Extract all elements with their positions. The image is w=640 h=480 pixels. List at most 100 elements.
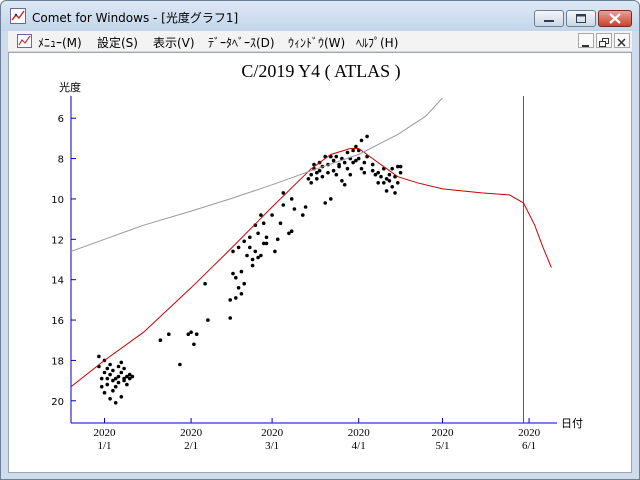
observation-point bbox=[390, 185, 395, 189]
menu-database[interactable]: ﾃﾞｰﾀﾍﾞｰｽ(D) bbox=[208, 34, 275, 51]
observation-point bbox=[382, 181, 386, 185]
observation-point bbox=[248, 235, 252, 240]
title-bar[interactable]: Comet for Windows - [光度グラフ1] bbox=[1, 1, 639, 31]
observation-point bbox=[334, 172, 339, 177]
observation-point bbox=[239, 269, 244, 274]
observation-point bbox=[376, 170, 381, 175]
menu-menu[interactable]: ﾒﾆｭｰ(M) bbox=[38, 34, 82, 51]
observation-point bbox=[167, 332, 171, 337]
observation-point bbox=[189, 330, 193, 335]
observation-point bbox=[329, 197, 333, 201]
observation-point bbox=[384, 189, 389, 193]
observation-point bbox=[370, 162, 375, 167]
app-window: Comet for Windows - [光度グラフ1] ﾒﾆｭｰ(M) 設定(… bbox=[0, 0, 640, 480]
observation-point bbox=[317, 168, 322, 173]
observation-point bbox=[278, 221, 283, 225]
observation-point bbox=[351, 148, 355, 153]
y-tick-label: 10 bbox=[51, 195, 64, 206]
x-tick-label-year: 2020 bbox=[431, 427, 454, 439]
minimize-button[interactable] bbox=[534, 10, 564, 27]
observation-point bbox=[228, 298, 232, 302]
observation-point bbox=[253, 249, 258, 254]
observation-point bbox=[250, 257, 255, 262]
observation-point bbox=[301, 213, 305, 217]
observation-point bbox=[234, 296, 238, 300]
observation-point bbox=[113, 384, 118, 389]
observation-point bbox=[393, 191, 397, 195]
observation-point bbox=[365, 134, 369, 139]
observation-point bbox=[239, 292, 244, 296]
observation-point bbox=[99, 384, 104, 389]
observation-point bbox=[348, 172, 353, 177]
observation-point bbox=[206, 318, 210, 322]
observation-point bbox=[264, 241, 269, 246]
observation-point bbox=[108, 372, 112, 377]
menu-view[interactable]: 表示(V) bbox=[153, 34, 195, 51]
app-icon[interactable] bbox=[10, 8, 26, 24]
observation-point bbox=[289, 229, 294, 233]
observation-point bbox=[342, 183, 347, 187]
observation-point bbox=[259, 253, 263, 258]
observation-point bbox=[99, 376, 104, 381]
x-tick-label-date: 3/1 bbox=[265, 440, 279, 452]
observation-point bbox=[303, 205, 308, 209]
document-icon[interactable] bbox=[17, 34, 32, 48]
observation-point bbox=[122, 366, 126, 371]
x-tick-label-date: 5/1 bbox=[435, 440, 449, 452]
observation-point bbox=[105, 376, 110, 381]
observation-point bbox=[125, 382, 129, 387]
observation-point bbox=[119, 360, 124, 365]
observation-point bbox=[315, 177, 319, 181]
x-tick-label-year: 2020 bbox=[348, 427, 371, 439]
observation-point bbox=[331, 158, 336, 163]
menu-settings[interactable]: 設定(S) bbox=[97, 34, 138, 51]
observation-point bbox=[292, 207, 297, 211]
mdi-close-button[interactable] bbox=[614, 33, 630, 48]
observation-point bbox=[192, 342, 196, 347]
observation-point bbox=[105, 382, 110, 387]
observation-point bbox=[362, 160, 367, 165]
mdi-minimize-button[interactable] bbox=[578, 33, 594, 48]
y-tick-label: 16 bbox=[51, 316, 64, 327]
observation-point bbox=[309, 172, 314, 177]
y-tick-label: 20 bbox=[51, 397, 64, 408]
light-curve-panel: C/2019 Y4 ( ATLAS ) 光度 日付 6 8 10 12 14 16 18 20 202… bbox=[8, 52, 632, 473]
x-axis-label: 日付 bbox=[561, 417, 583, 430]
observation-point bbox=[158, 338, 163, 343]
observation-point bbox=[354, 144, 358, 149]
observation-point bbox=[111, 388, 115, 393]
observation-point bbox=[359, 138, 364, 143]
observation-point bbox=[116, 380, 121, 385]
close-icon bbox=[617, 38, 626, 47]
light-curve-chart: C/2019 Y4 ( ATLAS )光度日付68101214161820202… bbox=[51, 61, 583, 452]
close-button[interactable] bbox=[598, 10, 632, 27]
observation-point bbox=[236, 245, 241, 250]
observation-point bbox=[231, 271, 235, 276]
restore-icon bbox=[599, 38, 609, 47]
y-tick-label: 18 bbox=[51, 356, 64, 367]
chart-title: C/2019 Y4 ( ATLAS ) bbox=[241, 61, 400, 82]
observation-point bbox=[113, 401, 118, 405]
observation-point bbox=[242, 281, 246, 286]
x-tick-label-date: 1/1 bbox=[97, 440, 111, 452]
x-tick-label-date: 6/1 bbox=[522, 440, 536, 452]
observation-point bbox=[108, 397, 112, 401]
observation-point bbox=[387, 179, 392, 183]
observation-point bbox=[398, 164, 403, 169]
maximize-button[interactable] bbox=[566, 10, 596, 27]
observation-point bbox=[119, 395, 124, 399]
mdi-restore-button[interactable] bbox=[596, 33, 612, 48]
y-axis-label: 光度 bbox=[59, 80, 81, 94]
observation-point bbox=[345, 166, 350, 171]
observation-point bbox=[289, 197, 294, 201]
menu-window[interactable]: ｳｨﾝﾄﾞｳ(W) bbox=[288, 34, 345, 51]
observation-point bbox=[370, 168, 375, 173]
observation-point bbox=[359, 166, 364, 171]
observation-point bbox=[396, 181, 400, 185]
observation-point bbox=[356, 156, 361, 161]
observation-point bbox=[116, 374, 121, 379]
menu-help[interactable]: ﾍﾙﾌﾟ(H) bbox=[356, 34, 398, 51]
observation-point bbox=[320, 174, 325, 179]
observation-point bbox=[331, 168, 336, 173]
maximize-icon bbox=[576, 14, 586, 23]
